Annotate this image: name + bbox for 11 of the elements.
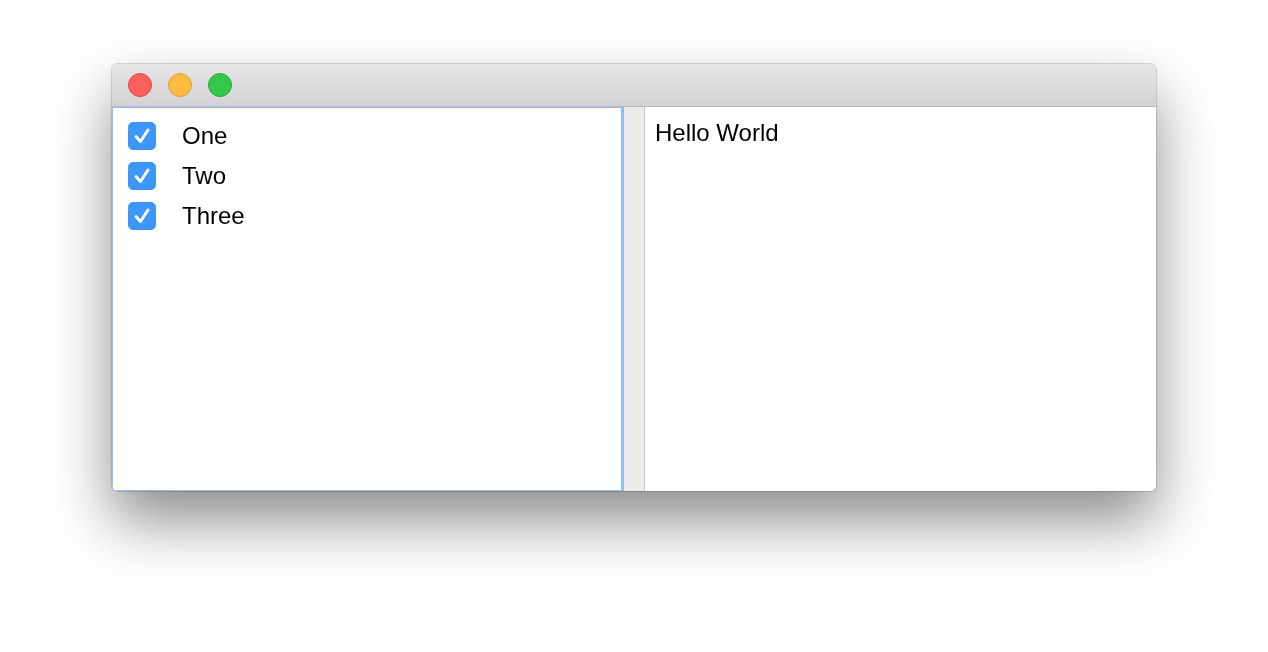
checkbox[interactable] <box>128 122 156 150</box>
checkbox[interactable] <box>128 162 156 190</box>
checkbox-label[interactable]: Two <box>182 162 226 190</box>
close-button[interactable] <box>128 73 152 97</box>
text-area[interactable]: Hello World <box>645 107 1156 491</box>
checkbox-label[interactable]: One <box>182 122 228 150</box>
checkbox-label[interactable]: Three <box>182 202 245 230</box>
text-content: Hello World <box>655 119 779 146</box>
maximize-button[interactable] <box>208 73 232 97</box>
minimize-button[interactable] <box>168 73 192 97</box>
checkbox[interactable] <box>128 202 156 230</box>
